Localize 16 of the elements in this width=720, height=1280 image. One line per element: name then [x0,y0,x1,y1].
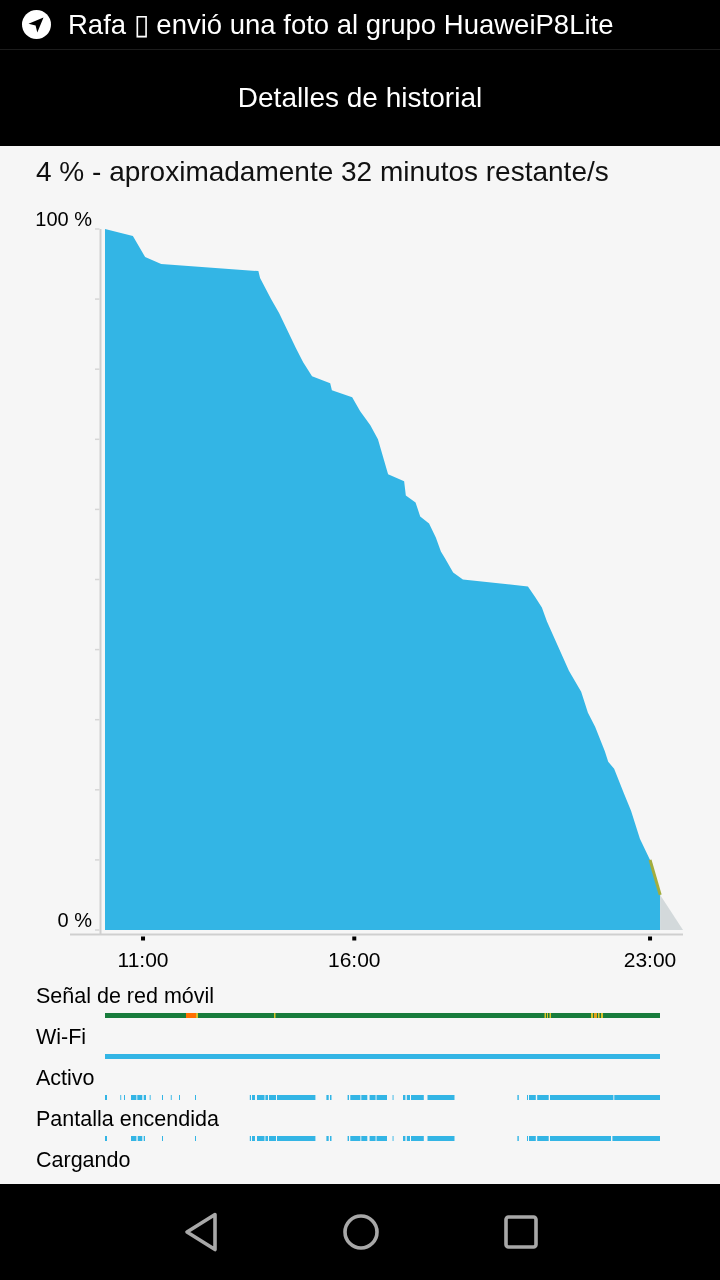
track-label: Wi-Fi [36,1024,87,1050]
back-icon[interactable] [184,1212,218,1252]
x-axis-label: 16:00 [328,948,381,971]
track-label: Pantalla encendida [36,1106,219,1132]
track-label: Señal de red móvil [36,983,215,1009]
y-axis-label: 100 % [35,208,92,230]
track-label: Cargando [36,1147,131,1173]
x-axis-label: 11:00 [117,948,169,971]
screen-title: Detalles de historial [237,81,483,115]
y-axis-label: 0 % [57,909,92,931]
notification-text: Rafa ▯ envió una foto al grupo HuaweiP8Lite [68,8,614,41]
recents-icon[interactable] [504,1215,538,1249]
battery-summary-text: 4 % - aproximadamente 32 minutos restante/s [36,156,609,188]
track-label: Activo [36,1065,95,1091]
home-icon[interactable] [343,1214,379,1250]
x-axis-label: 23:00 [623,948,677,971]
